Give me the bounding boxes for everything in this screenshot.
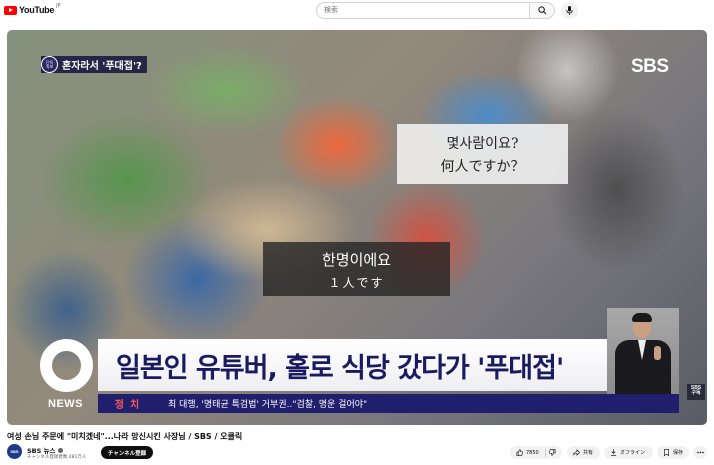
more-actions-button[interactable] [693, 446, 707, 459]
headline-banner: 일본인 유튜버, 홀로 식당 갔다가 '푸대접' [98, 339, 607, 391]
interpreter-hand [654, 346, 661, 360]
mic-icon [566, 6, 573, 15]
channel-avatar[interactable]: SBS [7, 444, 22, 459]
share-label: 共有 [583, 450, 594, 456]
share-icon [573, 449, 580, 456]
video-title: 여성 손님 주문에 "미치겠네"...나라 망신시킨 사장님 / SBS / 오… [7, 432, 243, 441]
save-button[interactable]: 保存 [657, 446, 689, 459]
like-count[interactable]: 7850 [526, 450, 539, 456]
search-icon [537, 6, 546, 15]
search-button[interactable] [529, 2, 555, 19]
ticker-text: 최 대행, '명태균 특검법' 거부권.."검찰, 명운 걸어야" [168, 400, 368, 410]
offline-button[interactable]: オフライン [604, 446, 653, 459]
voice-search-button[interactable] [561, 2, 578, 19]
search-input[interactable] [324, 6, 514, 14]
topic-badge-icon: 단독 속보 [41, 56, 58, 73]
interpreter-hair [632, 313, 652, 322]
logo-text: YouTube [19, 5, 55, 15]
save-label: 保存 [673, 450, 684, 456]
subtitle-question: 몇사람이요? 何人ですか？ [397, 124, 568, 184]
youtube-logo-icon [4, 5, 17, 15]
topic-badge: 단독 속보 혼자라서 '푸대접'? [41, 56, 147, 73]
share-button[interactable]: 共有 [567, 446, 600, 459]
youtube-logo[interactable]: YouTube JP [4, 3, 61, 15]
subtitle-answer: 한명이에요 １人です [263, 242, 450, 296]
verified-icon [57, 447, 63, 453]
top-bar: YouTube JP [0, 0, 714, 24]
topic-badge-text: 혼자라서 '푸대접'? [62, 61, 142, 72]
dislike-icon[interactable] [548, 449, 556, 456]
subtitle-answer-japanese: １人です [328, 276, 385, 290]
corner-channel-logo[interactable]: SBS 구독 [687, 384, 705, 400]
save-icon [664, 449, 669, 456]
logo-region: JP [56, 3, 61, 9]
like-dislike-group: 7850 [510, 446, 562, 459]
headline-text: 일본인 유튜버, 홀로 식당 갔다가 '푸대접' [116, 352, 564, 384]
offline-label: オフライン [620, 450, 646, 456]
sign-language-interpreter [607, 308, 679, 394]
subtitle-question-korean: 몇사람이요? [446, 136, 519, 152]
broadcaster-logo: SBS [631, 56, 669, 77]
news-logo-icon [40, 339, 93, 392]
like-icon[interactable] [516, 449, 523, 456]
like-separator [544, 448, 546, 457]
ticker-category: 정치 [114, 400, 146, 411]
search-box[interactable] [316, 2, 530, 19]
video-player[interactable]: 단독 속보 혼자라서 '푸대접'? SBS 몇사람이요? 何人ですか？ 한명이에… [7, 30, 707, 425]
subtitle-question-japanese: 何人ですか？ [440, 159, 525, 175]
subtitle-answer-korean: 한명이에요 [321, 251, 391, 269]
news-label: NEWS [48, 398, 83, 410]
subscribe-button[interactable]: チャンネル登録 [101, 446, 153, 459]
download-icon [610, 449, 617, 456]
news-ticker: 정치 최 대행, '명태균 특검법' 거부권.."검찰, 명운 걸어야" [98, 394, 679, 413]
subscriber-count: チャンネル登録者数 481万人 [27, 455, 87, 460]
more-icon [696, 451, 704, 454]
